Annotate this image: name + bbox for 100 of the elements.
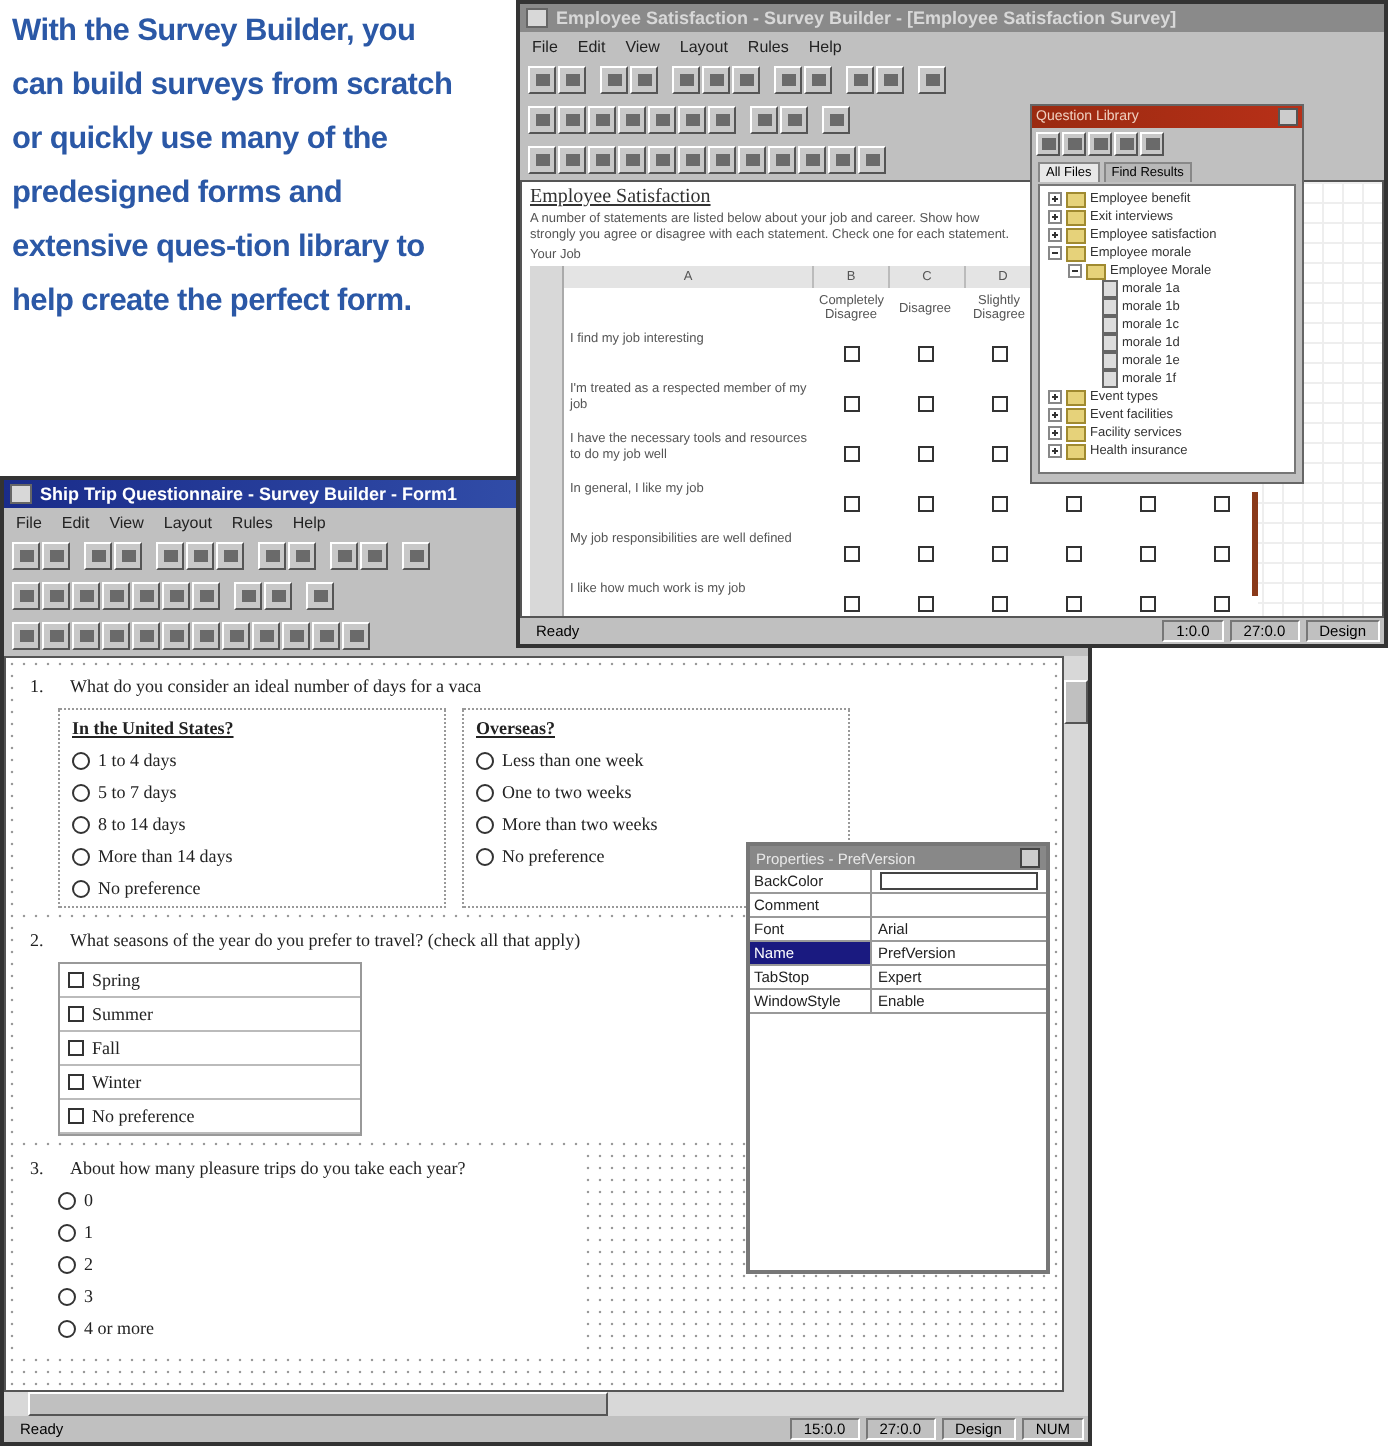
checkbox[interactable] (1139, 545, 1155, 561)
expand-toggle[interactable] (1048, 228, 1062, 242)
radio-button[interactable] (72, 879, 90, 897)
checkbox[interactable] (917, 445, 933, 461)
expand-toggle[interactable] (1048, 246, 1062, 260)
toolbar-button[interactable] (798, 146, 826, 174)
toolbar-button[interactable] (192, 622, 220, 650)
toolbar-button[interactable] (528, 146, 556, 174)
checkbox[interactable] (1065, 495, 1081, 511)
toolbar-button[interactable] (306, 582, 334, 610)
toolbar-button[interactable] (42, 542, 70, 570)
checkbox[interactable] (1139, 595, 1155, 611)
radio-button[interactable] (58, 1191, 76, 1209)
menu-item[interactable]: Layout (679, 37, 728, 55)
toolbar-button[interactable] (1140, 132, 1164, 156)
checkbox[interactable] (991, 345, 1007, 361)
toolbar-button[interactable] (12, 542, 40, 570)
toolbar-button[interactable] (162, 622, 190, 650)
checkbox[interactable] (1065, 595, 1081, 611)
toolbar-button[interactable] (858, 146, 886, 174)
toolbar-button[interactable] (222, 622, 250, 650)
radio-button[interactable] (58, 1223, 76, 1241)
toolbar-button[interactable] (600, 66, 628, 94)
toolbar-button[interactable] (738, 146, 766, 174)
checkbox[interactable] (843, 395, 859, 411)
toolbar-button[interactable] (1114, 132, 1138, 156)
checkbox[interactable] (68, 1006, 84, 1022)
toolbar-button[interactable] (192, 582, 220, 610)
radio-button[interactable] (72, 847, 90, 865)
expand-toggle[interactable] (1048, 426, 1062, 440)
checkbox[interactable] (68, 1108, 84, 1124)
toolbar-button[interactable] (72, 622, 100, 650)
toolbar-button[interactable] (162, 582, 190, 610)
toolbar-button[interactable] (648, 146, 676, 174)
toolbar-button[interactable] (72, 582, 100, 610)
expand-toggle[interactable] (1048, 210, 1062, 224)
toolbar-button[interactable] (84, 542, 112, 570)
menu-item[interactable]: Help (292, 513, 326, 531)
toolbar-button[interactable] (342, 622, 370, 650)
close-icon[interactable] (1020, 848, 1040, 868)
menu-item[interactable]: Edit (61, 513, 90, 531)
toolbar-button[interactable] (780, 106, 808, 134)
menu-item[interactable]: Help (808, 37, 842, 55)
checkbox[interactable] (843, 345, 859, 361)
toolbar-button[interactable] (1036, 132, 1060, 156)
toolbar-button[interactable] (804, 66, 832, 94)
expand-toggle[interactable] (1048, 444, 1062, 458)
toolbar-button[interactable] (360, 542, 388, 570)
toolbar-button[interactable] (252, 622, 280, 650)
toolbar-button[interactable] (1062, 132, 1086, 156)
toolbar-button[interactable] (768, 146, 796, 174)
toolbar-button[interactable] (732, 66, 760, 94)
radio-button[interactable] (72, 783, 90, 801)
expand-toggle[interactable] (1048, 192, 1062, 206)
toolbar-button[interactable] (558, 106, 586, 134)
checkbox[interactable] (843, 545, 859, 561)
value-field[interactable] (880, 872, 1038, 890)
toolbar-button[interactable] (558, 146, 586, 174)
checkbox[interactable] (1139, 495, 1155, 511)
toolbar-button[interactable] (42, 622, 70, 650)
checkbox[interactable] (1213, 495, 1229, 511)
radio-button[interactable] (72, 815, 90, 833)
menu-item[interactable]: Layout (163, 513, 212, 531)
checkbox[interactable] (1213, 595, 1229, 611)
expand-toggle[interactable] (1048, 408, 1062, 422)
toolbar-button[interactable] (822, 106, 850, 134)
checkbox[interactable] (917, 595, 933, 611)
toolbar-button[interactable] (588, 106, 616, 134)
toolbar-button[interactable] (648, 106, 676, 134)
menu-item[interactable]: File (16, 513, 42, 531)
close-icon[interactable] (1278, 108, 1298, 126)
checkbox[interactable] (1213, 545, 1229, 561)
toolbar-button[interactable] (288, 542, 316, 570)
checkbox[interactable] (917, 345, 933, 361)
toolbar-button[interactable] (42, 582, 70, 610)
radio-button[interactable] (476, 847, 494, 865)
toolbar-button[interactable] (846, 66, 874, 94)
radio-button[interactable] (58, 1319, 76, 1337)
checkbox[interactable] (991, 595, 1007, 611)
checkbox[interactable] (917, 545, 933, 561)
radio-button[interactable] (476, 815, 494, 833)
menu-item[interactable]: File (532, 37, 558, 55)
checkbox[interactable] (843, 495, 859, 511)
toolbar-button[interactable] (1088, 132, 1112, 156)
toolbar-button[interactable] (558, 66, 586, 94)
toolbar-button[interactable] (702, 66, 730, 94)
checkbox[interactable] (917, 495, 933, 511)
checkbox[interactable] (991, 445, 1007, 461)
radio-button[interactable] (58, 1255, 76, 1273)
menu-item[interactable]: Edit (577, 37, 606, 55)
toolbar-button[interactable] (330, 542, 358, 570)
radio-button[interactable] (72, 751, 90, 769)
toolbar-button[interactable] (186, 542, 214, 570)
menu-item[interactable]: Rules (231, 513, 273, 531)
vertical-scrollbar[interactable] (1064, 656, 1088, 1392)
checkbox[interactable] (843, 595, 859, 611)
toolbar-button[interactable] (132, 582, 160, 610)
toolbar-button[interactable] (708, 106, 736, 134)
toolbar-button[interactable] (312, 622, 340, 650)
toolbar-button[interactable] (234, 582, 262, 610)
